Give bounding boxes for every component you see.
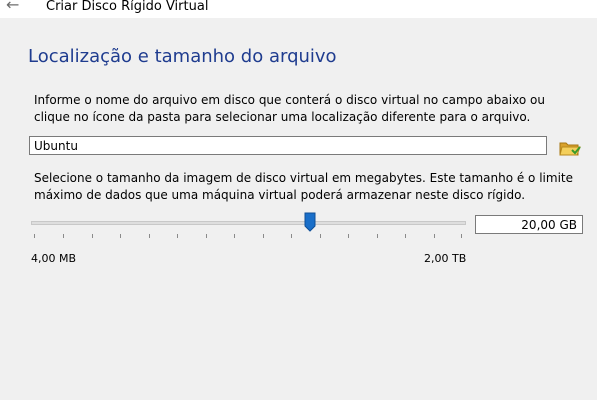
slider-tick: [291, 234, 292, 238]
file-name-input[interactable]: [29, 136, 547, 155]
page-title: Localização e tamanho do arquivo: [28, 46, 337, 67]
slider-tick: [263, 234, 264, 238]
slider-tick: [377, 234, 378, 238]
window-title: Criar Disco Rígido Virtual: [46, 0, 209, 14]
title-bar: ← Criar Disco Rígido Virtual: [0, 0, 597, 18]
slider-tick: [34, 234, 35, 238]
back-arrow-icon[interactable]: ←: [6, 0, 26, 16]
slider-tick: [92, 234, 93, 238]
slider-tick: [177, 234, 178, 238]
slider-tick: [434, 234, 435, 238]
slider-tick: [234, 234, 235, 238]
slider-tick: [63, 234, 64, 238]
slider-tick: [405, 234, 406, 238]
folder-open-icon[interactable]: [559, 138, 581, 158]
size-slider-track[interactable]: [31, 221, 466, 225]
slider-tick: [206, 234, 207, 238]
location-description: Informe o nome do arquivo em disco que c…: [34, 93, 545, 124]
size-slider-thumb[interactable]: [304, 212, 316, 232]
size-input[interactable]: [475, 215, 583, 234]
size-slider-ticks: [34, 234, 462, 240]
slider-tick: [348, 234, 349, 238]
slider-tick: [149, 234, 150, 238]
size-min-label: 4,00 MB: [31, 252, 77, 265]
size-max-label: 2,00 TB: [424, 252, 467, 265]
slider-tick: [461, 234, 462, 238]
slider-tick: [120, 234, 121, 238]
size-description: Selecione o tamanho da imagem de disco v…: [34, 171, 573, 202]
slider-tick: [320, 234, 321, 238]
wizard-page: Localização e tamanho do arquivo Informe…: [0, 18, 597, 400]
